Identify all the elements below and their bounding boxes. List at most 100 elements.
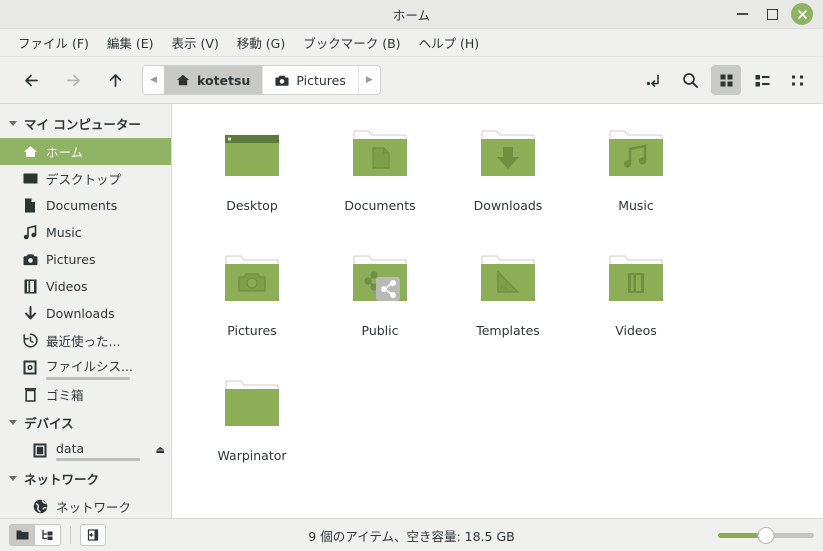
- sidebar-item-recent[interactable]: 最近使った...: [0, 327, 171, 354]
- trash-icon: [22, 387, 38, 403]
- file-item-pictures[interactable]: Pictures: [188, 243, 316, 368]
- maximize-button[interactable]: [761, 3, 783, 25]
- menu-edit[interactable]: 編集 (E): [98, 29, 163, 56]
- menu-view[interactable]: 表示 (V): [163, 29, 228, 56]
- sidebar-item-label: Music: [46, 225, 82, 240]
- sidebar-item-home[interactable]: ホーム: [0, 138, 171, 165]
- statusbar-view-buttons: [9, 524, 61, 546]
- main-area: マイ コンピューター ホーム デスクトップ Documents Music Pi…: [0, 104, 823, 518]
- menu-go[interactable]: 移動 (G): [228, 29, 294, 56]
- chevron-down-icon: [9, 420, 17, 425]
- document-icon: [22, 198, 38, 214]
- zoom-slider[interactable]: [718, 526, 814, 544]
- file-item-videos[interactable]: Videos: [572, 243, 700, 368]
- toolbar-right-buttons: [639, 65, 813, 95]
- folder-view-button[interactable]: [9, 524, 35, 546]
- menu-file[interactable]: ファイル (F): [9, 29, 98, 56]
- file-item-warpinator[interactable]: Warpinator: [188, 368, 316, 493]
- public-folder-icon: [343, 249, 417, 311]
- sidebar-item-pictures[interactable]: Pictures: [0, 246, 171, 273]
- menubar: ファイル (F) 編集 (E) 表示 (V) 移動 (G) ブックマーク (B)…: [0, 29, 823, 57]
- sidebar-section-label: ネットワーク: [24, 472, 100, 487]
- sidebar-item-data-text: data: [56, 441, 140, 461]
- toolbar: ◀ kotetsu Pictures ▶: [0, 57, 823, 104]
- file-item-public[interactable]: Public: [316, 243, 444, 368]
- sidebar-item-data[interactable]: data ⏏: [0, 437, 171, 464]
- file-manager-window: ホーム ファイル (F) 編集 (E) 表示 (V) 移動 (G) ブックマーク…: [0, 0, 823, 551]
- breadcrumb-item-kotetsu[interactable]: kotetsu: [164, 66, 264, 94]
- chevron-down-icon: [9, 121, 17, 126]
- eject-icon[interactable]: ⏏: [156, 445, 165, 456]
- list-view-button[interactable]: [747, 65, 777, 95]
- up-button[interactable]: [102, 67, 128, 93]
- disk-usage-bar: [46, 376, 130, 380]
- breadcrumb-item-pictures[interactable]: Pictures: [263, 66, 359, 94]
- sidebar-item-label: ファイルシス...: [46, 358, 133, 374]
- file-item-label: Public: [361, 323, 399, 338]
- music-folder-icon: [599, 124, 673, 186]
- folder-icon: [16, 530, 28, 540]
- file-item-templates[interactable]: Templates: [444, 243, 572, 368]
- sidebar-section-network[interactable]: ネットワーク: [0, 464, 171, 493]
- forward-button[interactable]: [60, 67, 86, 93]
- file-item-documents[interactable]: Documents: [316, 118, 444, 243]
- file-item-label: Videos: [615, 323, 657, 338]
- camera-icon: [275, 75, 289, 86]
- search-button[interactable]: [675, 65, 705, 95]
- list-view-icon: [755, 74, 769, 86]
- sidebar-item-label: Videos: [46, 279, 88, 294]
- window-title: ホーム: [392, 7, 431, 23]
- minimize-button[interactable]: [731, 3, 753, 25]
- navigation-buttons: [10, 67, 134, 93]
- breadcrumb-scroll-left[interactable]: ◀: [143, 66, 164, 94]
- titlebar: ホーム: [0, 0, 823, 29]
- sidebar-item-label: Documents: [46, 198, 118, 213]
- menu-bookmarks[interactable]: ブックマーク (B): [294, 29, 409, 56]
- file-item-label: Music: [618, 198, 654, 213]
- menu-help[interactable]: ヘルプ (H): [410, 29, 489, 56]
- sidebar-item-network[interactable]: ネットワーク: [0, 493, 171, 518]
- compact-view-button[interactable]: [783, 65, 813, 95]
- sidebar-item-label: 最近使った...: [46, 334, 121, 349]
- file-item-desktop[interactable]: Desktop: [188, 118, 316, 243]
- sidebar-icon: [87, 529, 98, 541]
- breadcrumb: ◀ kotetsu Pictures ▶: [142, 65, 381, 95]
- desktop-folder-icon: [215, 124, 289, 186]
- breadcrumb-scroll-right[interactable]: ▶: [358, 66, 380, 94]
- file-item-label: Templates: [476, 323, 540, 338]
- sidebar-item-trash[interactable]: ゴミ箱: [0, 381, 171, 408]
- tree-view-button[interactable]: [35, 524, 61, 546]
- file-item-downloads[interactable]: Downloads: [444, 118, 572, 243]
- path-entry-toggle-button[interactable]: [639, 65, 669, 95]
- file-item-label: Desktop: [226, 198, 278, 213]
- sidebar-item-filesystem[interactable]: ファイルシス...: [0, 354, 171, 381]
- sidebar-section-my-computer[interactable]: マイ コンピューター: [0, 109, 171, 138]
- sidebar-toggle-button[interactable]: [80, 524, 106, 546]
- sidebar-item-videos[interactable]: Videos: [0, 273, 171, 300]
- file-item-label: Warpinator: [217, 448, 287, 463]
- close-button[interactable]: [791, 3, 813, 25]
- sidebar-item-downloads[interactable]: Downloads: [0, 300, 171, 327]
- music-note-icon: [22, 225, 38, 241]
- file-item-label: Documents: [344, 198, 416, 213]
- icon-view-button[interactable]: [711, 65, 741, 95]
- close-icon: [797, 9, 807, 19]
- templates-folder-icon: [471, 249, 545, 311]
- compact-view-icon: [791, 75, 803, 85]
- status-text: 9 個のアイテム、空き容量: 18.5 GB: [308, 528, 515, 544]
- sidebar-item-label: ゴミ箱: [46, 388, 84, 403]
- sidebar-section-label: デバイス: [24, 416, 74, 431]
- file-item-label: Downloads: [473, 198, 543, 213]
- sidebar-item-documents[interactable]: Documents: [0, 192, 171, 219]
- zoom-slider-handle[interactable]: [757, 526, 775, 544]
- sidebar-item-filesystem-text: ファイルシス...: [46, 356, 133, 380]
- back-button[interactable]: [18, 67, 44, 93]
- downloads-folder-icon: [471, 124, 545, 186]
- file-item-music[interactable]: Music: [572, 118, 700, 243]
- sidebar-item-music[interactable]: Music: [0, 219, 171, 246]
- search-icon: [682, 72, 698, 88]
- sidebar-section-devices[interactable]: デバイス: [0, 408, 171, 437]
- filesystem-icon: [22, 360, 38, 376]
- path-entry-icon: [646, 74, 659, 87]
- sidebar-item-desktop[interactable]: デスクトップ: [0, 165, 171, 192]
